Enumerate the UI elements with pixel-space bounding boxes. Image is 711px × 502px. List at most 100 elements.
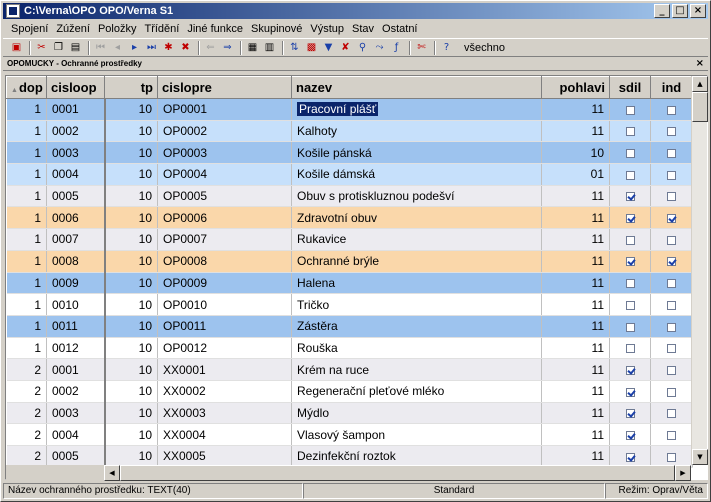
cell-cisloop[interactable]: 0008: [46, 250, 106, 273]
sdil-checkbox[interactable]: [625, 105, 635, 115]
cell-ind[interactable]: [650, 380, 693, 403]
cell-sdil[interactable]: [609, 120, 651, 143]
cell-ind[interactable]: [650, 337, 693, 360]
cell-dop[interactable]: 2: [6, 402, 47, 425]
cell-pohlavi[interactable]: 11: [541, 358, 610, 381]
insert-record-icon[interactable]: ✱: [161, 40, 176, 55]
table-row[interactable]: 1 0003 10 OP0003 Košile pánská 10: [6, 141, 693, 165]
cell-ind[interactable]: [650, 163, 693, 186]
table-row[interactable]: 1 0011 10 OP0011 Zástěra 11: [6, 315, 693, 338]
cell-ind[interactable]: [650, 185, 693, 208]
cell-ind[interactable]: [650, 228, 693, 251]
cell-cisloop[interactable]: 0009: [46, 272, 106, 295]
menu-trideni[interactable]: Třídění: [144, 23, 179, 35]
cell-pohlavi[interactable]: 11: [541, 206, 610, 230]
cell-cislopre[interactable]: OP0009: [157, 272, 292, 295]
cell-dop[interactable]: 1: [6, 293, 47, 316]
cell-pohlavi[interactable]: 11: [541, 98, 610, 121]
cell-sdil[interactable]: [609, 423, 651, 446]
table-row[interactable]: 2 0003 10 XX0003 Mýdlo 11: [6, 402, 693, 425]
cell-ind[interactable]: [650, 272, 693, 295]
cell-ind[interactable]: [650, 423, 693, 446]
cell-cisloop[interactable]: 0007: [46, 228, 106, 251]
cell-sdil[interactable]: [609, 272, 651, 295]
cell-pohlavi[interactable]: 11: [541, 272, 610, 295]
ind-checkbox[interactable]: [667, 344, 676, 354]
ind-checkbox[interactable]: [667, 214, 676, 224]
cell-tp[interactable]: 10: [104, 120, 158, 143]
menu-vystup[interactable]: Výstup: [310, 23, 344, 35]
cell-pohlavi[interactable]: 11: [541, 337, 610, 360]
cell-tp[interactable]: 10: [104, 293, 158, 316]
cell-pohlavi[interactable]: 11: [541, 402, 610, 425]
cell-cisloop[interactable]: 0005: [46, 445, 106, 468]
cell-ind[interactable]: [650, 315, 693, 338]
horizontal-scrollbar[interactable]: ◀ ▶: [104, 465, 691, 481]
cell-cisloop[interactable]: 0003: [46, 402, 106, 425]
next-record-icon[interactable]: ▸: [127, 40, 142, 55]
cell-pohlavi[interactable]: 11: [541, 293, 610, 316]
cell-tp[interactable]: 10: [104, 358, 158, 381]
table-row[interactable]: 1 0009 10 OP0009 Halena 11: [6, 272, 693, 295]
cell-nazev[interactable]: Zástěra: [291, 315, 542, 338]
cell-nazev[interactable]: Košile dámská: [291, 163, 542, 186]
table-row[interactable]: 1 0001 10 OP0001 Pracovní plášť 11: [6, 98, 693, 121]
cell-cisloop[interactable]: 0001: [46, 98, 106, 121]
cell-pohlavi[interactable]: 01: [541, 163, 610, 186]
ind-checkbox[interactable]: [667, 409, 676, 419]
sdil-checkbox[interactable]: [625, 192, 635, 202]
table-row[interactable]: 1 0004 10 OP0004 Košile dámská 01: [6, 163, 693, 186]
sort-icon[interactable]: ⇅: [287, 40, 302, 55]
cell-pohlavi[interactable]: 11: [541, 380, 610, 403]
cell-sdil[interactable]: [609, 358, 651, 381]
cell-cisloop[interactable]: 0001: [46, 358, 106, 381]
cell-cisloop[interactable]: 0002: [46, 120, 106, 143]
back-icon[interactable]: ⇐: [203, 40, 218, 55]
find-icon[interactable]: ⚲: [355, 40, 370, 55]
cell-sdil[interactable]: [609, 228, 651, 251]
cell-tp[interactable]: 10: [104, 423, 158, 446]
cell-pohlavi[interactable]: 11: [541, 120, 610, 143]
header-dop[interactable]: ▲dop: [6, 76, 47, 99]
cell-dop[interactable]: 2: [6, 380, 47, 403]
cell-dop[interactable]: 1: [6, 272, 47, 295]
cell-tp[interactable]: 10: [104, 163, 158, 186]
cell-cislopre[interactable]: OP0007: [157, 228, 292, 251]
cell-nazev[interactable]: Rouška: [291, 337, 542, 360]
cell-sdil[interactable]: [609, 141, 651, 165]
menu-ostatni[interactable]: Ostatní: [382, 23, 417, 35]
cell-nazev[interactable]: Obuv s protiskluznou podešví: [291, 185, 542, 208]
cell-tp[interactable]: 10: [104, 250, 158, 273]
header-sdil[interactable]: sdil: [609, 76, 651, 99]
cell-dop[interactable]: 1: [6, 141, 47, 165]
scroll-left-icon[interactable]: ◀: [104, 465, 120, 481]
cell-sdil[interactable]: [609, 250, 651, 273]
table-row[interactable]: 1 0002 10 OP0002 Kalhoty 11: [6, 120, 693, 143]
table-row[interactable]: 1 0006 10 OP0006 Zdravotní obuv 11: [6, 206, 693, 230]
cell-dop[interactable]: 1: [6, 337, 47, 360]
table-row[interactable]: 2 0001 10 XX0001 Krém na ruce 11: [6, 358, 693, 381]
cell-tp[interactable]: 10: [104, 272, 158, 295]
cell-nazev[interactable]: Regenerační pleťové mléko: [291, 380, 542, 403]
cell-sdil[interactable]: [609, 293, 651, 316]
menu-polozky[interactable]: Položky: [98, 23, 137, 35]
cell-nazev[interactable]: Krém na ruce: [291, 358, 542, 381]
cell-nazev[interactable]: Pracovní plášť: [291, 98, 542, 121]
cell-dop[interactable]: 1: [6, 185, 47, 208]
sdil-checkbox[interactable]: [625, 322, 635, 332]
table-row[interactable]: 1 0007 10 OP0007 Rukavice 11: [6, 228, 693, 251]
cell-pohlavi[interactable]: 11: [541, 445, 610, 468]
cell-tp[interactable]: 10: [104, 141, 158, 165]
cell-cisloop[interactable]: 0002: [46, 380, 106, 403]
cell-cislopre[interactable]: OP0008: [157, 250, 292, 273]
cell-tp[interactable]: 10: [104, 228, 158, 251]
maximize-button[interactable]: □: [672, 4, 688, 18]
cell-ind[interactable]: [650, 206, 693, 230]
cell-cisloop[interactable]: 0012: [46, 337, 106, 360]
table-row[interactable]: 1 0012 10 OP0012 Rouška 11: [6, 337, 693, 360]
ind-checkbox[interactable]: [667, 170, 676, 180]
cell-tp[interactable]: 10: [104, 380, 158, 403]
cell-nazev[interactable]: Vlasový šampon: [291, 423, 542, 446]
vertical-scroll-thumb[interactable]: [692, 92, 708, 122]
cell-cislopre[interactable]: XX0005: [157, 445, 292, 468]
